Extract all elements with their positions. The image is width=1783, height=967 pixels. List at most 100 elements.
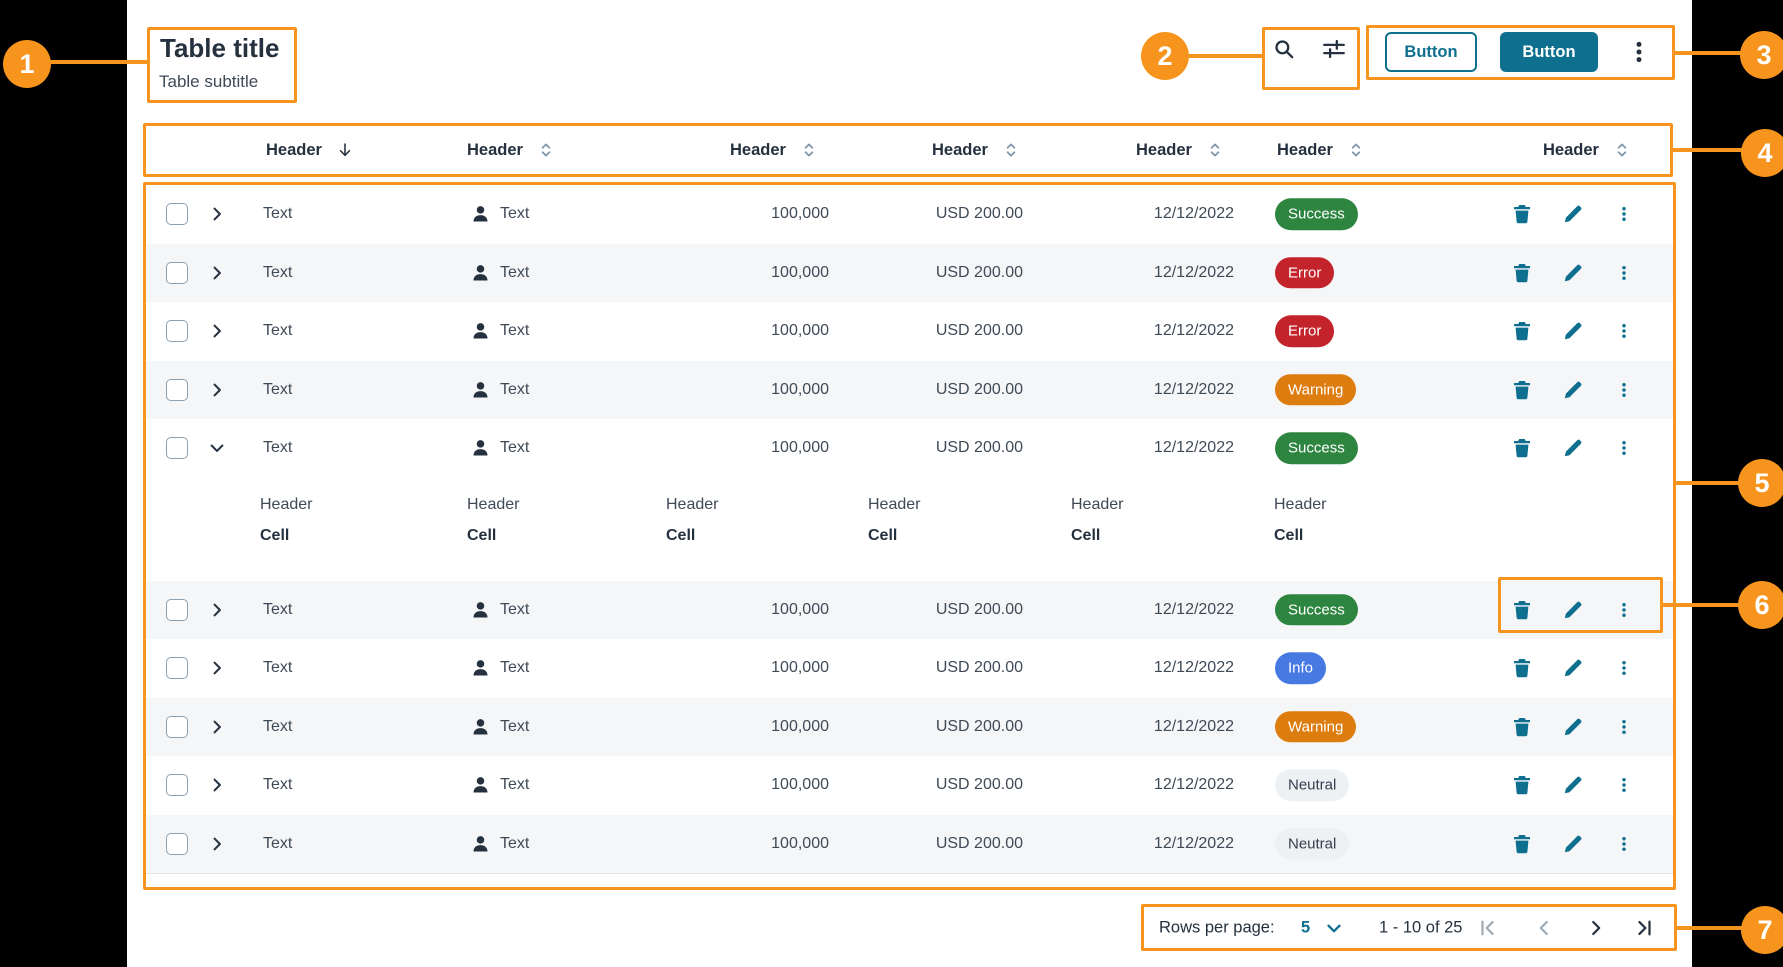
table-row: Text Text 100,000 USD 200.00 12/12/2022 …: [143, 815, 1673, 874]
column-header-label: Header: [1543, 141, 1599, 160]
row-checkbox[interactable]: [166, 320, 188, 342]
edit-pencil-icon[interactable]: [1561, 656, 1585, 680]
primary-button[interactable]: Button: [1500, 32, 1598, 72]
row-expander-chevron-icon[interactable]: [207, 204, 227, 224]
row-kebab-icon[interactable]: [1615, 261, 1633, 285]
expansion-header: Header: [1071, 496, 1123, 514]
row-checkbox[interactable]: [166, 379, 188, 401]
delete-trash-icon[interactable]: [1510, 656, 1534, 680]
status-badge: Warning: [1275, 711, 1356, 743]
edit-pencil-icon[interactable]: [1561, 598, 1585, 622]
cell-number: 100,000: [643, 439, 829, 457]
row-expander-chevron-icon[interactable]: [207, 438, 227, 458]
sort-carets-icon[interactable]: [537, 139, 555, 161]
cell-text: Text: [263, 205, 292, 223]
row-expander-chevron-icon[interactable]: [207, 775, 227, 795]
delete-trash-icon[interactable]: [1510, 378, 1534, 402]
edit-pencil-icon[interactable]: [1561, 202, 1585, 226]
row-kebab-icon[interactable]: [1615, 319, 1633, 343]
sort-carets-icon[interactable]: [800, 139, 818, 161]
row-kebab-icon[interactable]: [1615, 436, 1633, 460]
expansion-header: Header: [868, 496, 920, 514]
row-expander-chevron-icon[interactable]: [207, 380, 227, 400]
row-checkbox[interactable]: [166, 833, 188, 855]
secondary-button[interactable]: Button: [1385, 32, 1477, 72]
callout-4: 4: [1741, 129, 1783, 177]
edit-pencil-icon[interactable]: [1561, 773, 1585, 797]
row-expander-chevron-icon[interactable]: [207, 717, 227, 737]
table-row: Text Text 100,000 USD 200.00 12/12/2022 …: [143, 756, 1673, 815]
delete-trash-icon[interactable]: [1510, 832, 1534, 856]
row-expander-chevron-icon[interactable]: [207, 263, 227, 283]
row-expander-chevron-icon[interactable]: [207, 658, 227, 678]
delete-trash-icon[interactable]: [1510, 715, 1534, 739]
delete-trash-icon[interactable]: [1510, 773, 1534, 797]
cell-number: 100,000: [643, 835, 829, 853]
edit-pencil-icon[interactable]: [1561, 378, 1585, 402]
first-page-icon[interactable]: [1477, 917, 1499, 939]
rows-per-page-value[interactable]: 5: [1301, 918, 1310, 937]
cell-owner-text: Text: [500, 381, 529, 399]
column-header-3[interactable]: Header: [730, 139, 818, 161]
column-header-7[interactable]: Header: [1543, 139, 1631, 161]
row-expander-chevron-icon[interactable]: [207, 834, 227, 854]
cell-number: 100,000: [643, 381, 829, 399]
sort-carets-icon[interactable]: [1206, 139, 1224, 161]
sorted-descending-arrow-icon[interactable]: [336, 139, 354, 161]
row-checkbox[interactable]: [166, 599, 188, 621]
edit-pencil-icon[interactable]: [1561, 319, 1585, 343]
expansion-cell: Cell: [1071, 527, 1123, 545]
delete-trash-icon[interactable]: [1510, 261, 1534, 285]
column-header-6[interactable]: Header: [1277, 139, 1365, 161]
column-header-label: Header: [266, 141, 322, 160]
status-badge: Info: [1275, 653, 1326, 685]
row-kebab-icon[interactable]: [1615, 378, 1633, 402]
edit-pencil-icon[interactable]: [1561, 832, 1585, 856]
previous-page-icon[interactable]: [1533, 917, 1555, 939]
status-badge: Error: [1275, 257, 1334, 289]
sort-carets-icon[interactable]: [1347, 139, 1365, 161]
column-header-1[interactable]: Header: [266, 139, 354, 161]
rows-per-page-chevron-down-icon[interactable]: [1323, 917, 1345, 939]
row-expander-chevron-icon[interactable]: [207, 600, 227, 620]
expansion-header: Header: [666, 496, 718, 514]
row-checkbox[interactable]: [166, 262, 188, 284]
sort-carets-icon[interactable]: [1613, 139, 1631, 161]
column-header-5[interactable]: Header: [1136, 139, 1224, 161]
next-page-icon[interactable]: [1585, 917, 1607, 939]
row-checkbox[interactable]: [166, 774, 188, 796]
callout-3: 3: [1740, 31, 1783, 79]
delete-trash-icon[interactable]: [1510, 598, 1534, 622]
edit-pencil-icon[interactable]: [1561, 715, 1585, 739]
column-header-4[interactable]: Header: [932, 139, 1020, 161]
cell-date: 12/12/2022: [1043, 601, 1234, 619]
table-row: Text Text 100,000 USD 200.00 12/12/2022 …: [143, 302, 1673, 361]
row-kebab-icon[interactable]: [1615, 773, 1633, 797]
column-header-2[interactable]: Header: [467, 139, 555, 161]
row-kebab-icon[interactable]: [1615, 656, 1633, 680]
page-range-label: 1 - 10 of 25: [1379, 918, 1462, 937]
search-icon[interactable]: [1271, 36, 1297, 62]
sort-carets-icon[interactable]: [1002, 139, 1020, 161]
row-checkbox[interactable]: [166, 657, 188, 679]
row-checkbox[interactable]: [166, 203, 188, 225]
delete-trash-icon[interactable]: [1510, 319, 1534, 343]
delete-trash-icon[interactable]: [1510, 436, 1534, 460]
row-checkbox[interactable]: [166, 437, 188, 459]
person-icon: [470, 775, 491, 796]
delete-trash-icon[interactable]: [1510, 202, 1534, 226]
last-page-icon[interactable]: [1633, 917, 1655, 939]
toolbar-kebab-icon[interactable]: [1626, 39, 1652, 65]
cell-currency: USD 200.00: [833, 205, 1023, 223]
row-expander-chevron-icon[interactable]: [207, 321, 227, 341]
edit-pencil-icon[interactable]: [1561, 436, 1585, 460]
row-kebab-icon[interactable]: [1615, 832, 1633, 856]
filter-icon[interactable]: [1321, 36, 1347, 62]
expansion-cell: Cell: [868, 527, 920, 545]
row-checkbox[interactable]: [166, 716, 188, 738]
person-icon: [470, 262, 491, 283]
row-kebab-icon[interactable]: [1615, 715, 1633, 739]
row-kebab-icon[interactable]: [1615, 202, 1633, 226]
edit-pencil-icon[interactable]: [1561, 261, 1585, 285]
row-kebab-icon[interactable]: [1615, 598, 1633, 622]
